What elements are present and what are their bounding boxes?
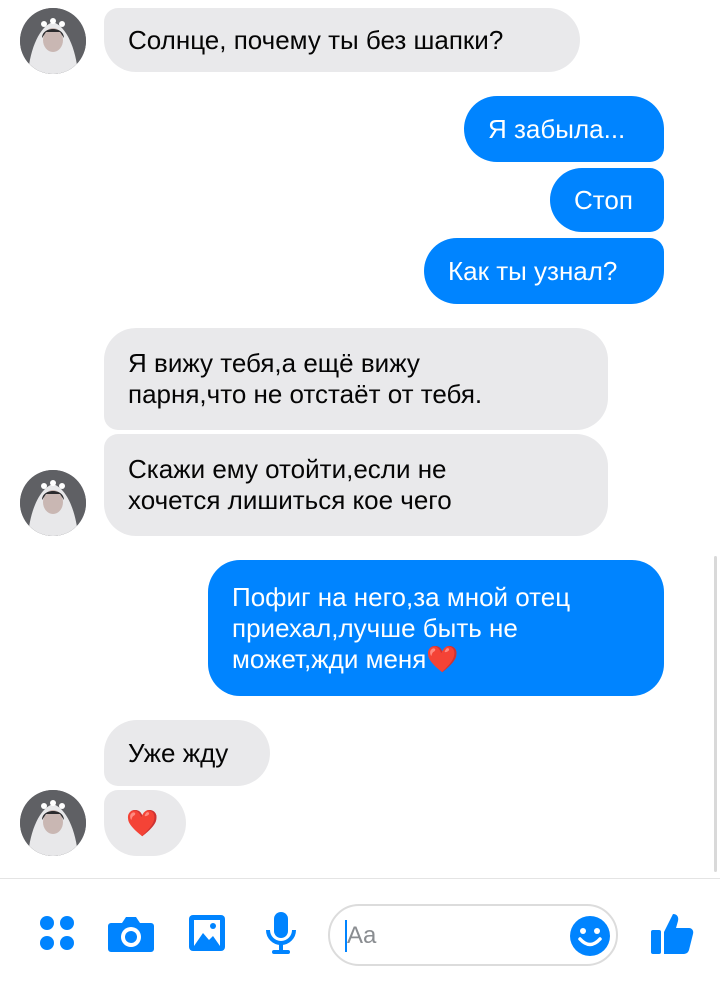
avatar-image bbox=[20, 8, 86, 74]
message-bubble-outgoing[interactable]: Я забыла... bbox=[464, 96, 664, 162]
thumbs-up-icon bbox=[651, 914, 694, 954]
message-text: Как ты узнал? bbox=[448, 255, 618, 286]
like-button[interactable] bbox=[644, 908, 700, 958]
message-input[interactable] bbox=[347, 914, 567, 958]
message-bubble-incoming[interactable]: Скажи ему отойти,если не хочется лишитьс… bbox=[104, 434, 608, 536]
message-text: Пофиг на него,за мной отец приехал,лучше… bbox=[232, 581, 571, 674]
message-bubble-outgoing[interactable]: Как ты узнал? bbox=[424, 238, 664, 304]
microphone-button[interactable] bbox=[256, 908, 306, 958]
message-text: ❤️ bbox=[126, 807, 159, 838]
scrollbar[interactable] bbox=[714, 556, 717, 872]
avatar-image bbox=[20, 790, 86, 856]
gallery-icon bbox=[189, 915, 225, 951]
message-text: Солнце, почему ты без шапки? bbox=[128, 24, 504, 55]
contact-avatar[interactable] bbox=[20, 470, 86, 536]
message-text: Скажи ему отойти,если не хочется лишитьс… bbox=[128, 454, 452, 515]
message-text: Я забыла... bbox=[488, 113, 626, 144]
composer-bar bbox=[0, 878, 720, 986]
message-text: Я вижу тебя,а ещё вижу парня,что не отст… bbox=[128, 348, 483, 409]
message-bubble-outgoing[interactable]: Стоп bbox=[550, 168, 664, 232]
message-bubble-incoming[interactable]: Солнце, почему ты без шапки? bbox=[104, 8, 580, 72]
contact-avatar[interactable] bbox=[20, 8, 86, 74]
avatar-image bbox=[20, 470, 86, 536]
message-list: Солнце, почему ты без шапки? Я забыла...… bbox=[0, 0, 720, 878]
apps-icon bbox=[40, 916, 74, 950]
gallery-button[interactable] bbox=[182, 908, 232, 958]
message-input-wrapper[interactable] bbox=[328, 904, 618, 966]
apps-button[interactable] bbox=[32, 908, 82, 958]
camera-icon bbox=[108, 917, 154, 952]
message-bubble-incoming[interactable]: Я вижу тебя,а ещё вижу парня,что не отст… bbox=[104, 328, 608, 430]
message-bubble-incoming[interactable]: ❤️ bbox=[104, 790, 186, 856]
contact-avatar[interactable] bbox=[20, 790, 86, 856]
message-bubble-outgoing[interactable]: Пофиг на него,за мной отец приехал,лучше… bbox=[208, 560, 664, 696]
message-text: Стоп bbox=[574, 184, 633, 215]
message-bubble-incoming[interactable]: Уже жду bbox=[104, 720, 270, 786]
smiley-icon bbox=[570, 916, 610, 956]
camera-button[interactable] bbox=[106, 908, 156, 958]
microphone-icon bbox=[266, 912, 296, 954]
emoji-button[interactable] bbox=[568, 914, 612, 958]
message-text: Уже жду bbox=[128, 737, 229, 768]
